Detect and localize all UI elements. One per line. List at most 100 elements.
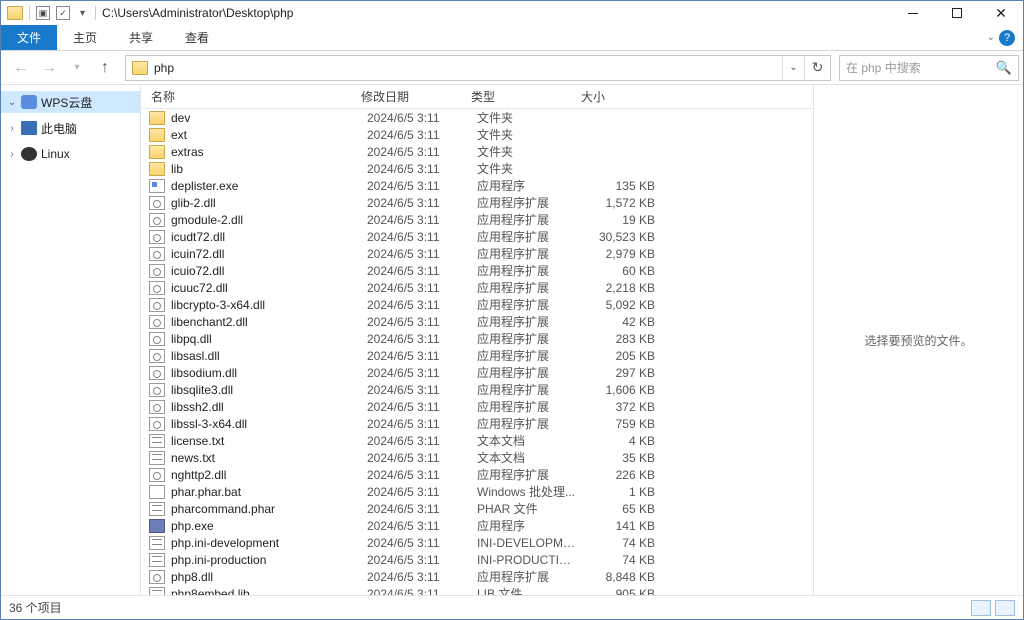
file-row[interactable]: icuio72.dll2024/6/5 3:11应用程序扩展60 KB	[141, 262, 813, 279]
file-size: 141 KB	[577, 519, 667, 533]
file-date: 2024/6/5 3:11	[357, 553, 467, 567]
dll-icon	[149, 213, 165, 227]
file-row[interactable]: lib2024/6/5 3:11文件夹	[141, 160, 813, 177]
tree-twisty-icon[interactable]: ⌄	[7, 97, 17, 108]
file-row[interactable]: php.exe2024/6/5 3:11应用程序141 KB	[141, 517, 813, 534]
search-input[interactable]: 在 php 中搜索 🔍	[839, 55, 1019, 81]
file-row[interactable]: libenchant2.dll2024/6/5 3:11应用程序扩展42 KB	[141, 313, 813, 330]
file-type: 应用程序扩展	[467, 364, 577, 381]
file-size: 1,606 KB	[577, 383, 667, 397]
file-name: php.ini-production	[171, 553, 357, 567]
file-size: 297 KB	[577, 366, 667, 380]
file-size: 19 KB	[577, 213, 667, 227]
explorer-window: ▣ ✓ ▾ C:\Users\Administrator\Desktop\php…	[0, 0, 1024, 620]
tab-share[interactable]: 共享	[113, 25, 169, 50]
dll-icon	[149, 400, 165, 414]
tab-view[interactable]: 查看	[169, 25, 225, 50]
address-bar[interactable]: php ⌄ ↻	[125, 55, 831, 81]
close-button[interactable]: ✕	[979, 1, 1023, 25]
file-name: icuio72.dll	[171, 264, 357, 278]
file-row[interactable]: dev2024/6/5 3:11文件夹	[141, 109, 813, 126]
file-row[interactable]: icudt72.dll2024/6/5 3:11应用程序扩展30,523 KB	[141, 228, 813, 245]
address-dropdown-icon[interactable]: ⌄	[782, 56, 804, 80]
file-size: 5,092 KB	[577, 298, 667, 312]
up-button[interactable]: ↑	[93, 56, 117, 80]
tree-twisty-icon[interactable]: ›	[7, 149, 17, 160]
help-icon[interactable]: ?	[999, 30, 1015, 46]
maximize-button[interactable]	[935, 1, 979, 25]
file-row[interactable]: pharcommand.phar2024/6/5 3:11PHAR 文件65 K…	[141, 500, 813, 517]
file-name: libpq.dll	[171, 332, 357, 346]
col-size[interactable]: 大小	[571, 88, 661, 105]
qat-properties-icon[interactable]: ▣	[36, 6, 50, 20]
view-details-icon[interactable]	[971, 600, 991, 616]
bat-icon	[149, 485, 165, 499]
col-date[interactable]: 修改日期	[351, 88, 461, 105]
file-name: lib	[171, 162, 357, 176]
file-row[interactable]: libcrypto-3-x64.dll2024/6/5 3:11应用程序扩展5,…	[141, 296, 813, 313]
col-name[interactable]: 名称	[141, 88, 351, 105]
file-row[interactable]: php8.dll2024/6/5 3:11应用程序扩展8,848 KB	[141, 568, 813, 585]
file-size: 1,572 KB	[577, 196, 667, 210]
file-row[interactable]: extras2024/6/5 3:11文件夹	[141, 143, 813, 160]
file-date: 2024/6/5 3:11	[357, 451, 467, 465]
file-type: 应用程序扩展	[467, 381, 577, 398]
pc-icon	[21, 121, 37, 135]
file-rows: dev2024/6/5 3:11文件夹ext2024/6/5 3:11文件夹ex…	[141, 109, 813, 595]
refresh-button[interactable]: ↻	[804, 56, 830, 80]
search-icon[interactable]: 🔍	[996, 60, 1012, 76]
file-type: 应用程序扩展	[467, 245, 577, 262]
file-row[interactable]: php.ini-development2024/6/5 3:11INI-DEVE…	[141, 534, 813, 551]
file-row[interactable]: php.ini-production2024/6/5 3:11INI-PRODU…	[141, 551, 813, 568]
file-row[interactable]: icuuc72.dll2024/6/5 3:11应用程序扩展2,218 KB	[141, 279, 813, 296]
file-size: 74 KB	[577, 553, 667, 567]
file-row[interactable]: gmodule-2.dll2024/6/5 3:11应用程序扩展19 KB	[141, 211, 813, 228]
forward-button[interactable]: →	[37, 56, 61, 80]
ribbon-help[interactable]: ⌄ ?	[987, 25, 1023, 50]
file-row[interactable]: php8embed.lib2024/6/5 3:11LIB 文件905 KB	[141, 585, 813, 595]
breadcrumb[interactable]: php	[154, 61, 174, 75]
folder-icon	[149, 162, 165, 176]
tab-file[interactable]: 文件	[1, 25, 57, 50]
recent-dropdown[interactable]: ▾	[65, 56, 89, 80]
chevron-down-icon[interactable]: ⌄	[987, 32, 995, 43]
file-date: 2024/6/5 3:11	[357, 145, 467, 159]
file-row[interactable]: deplister.exe2024/6/5 3:11应用程序135 KB	[141, 177, 813, 194]
tab-home[interactable]: 主页	[57, 25, 113, 50]
sidebar-item-Linux[interactable]: ›Linux	[1, 143, 140, 165]
file-row[interactable]: nghttp2.dll2024/6/5 3:11应用程序扩展226 KB	[141, 466, 813, 483]
sidebar-item-WPS云盘[interactable]: ⌄WPS云盘	[1, 91, 140, 113]
file-row[interactable]: libssl-3-x64.dll2024/6/5 3:11应用程序扩展759 K…	[141, 415, 813, 432]
file-date: 2024/6/5 3:11	[357, 587, 467, 596]
tree-twisty-icon[interactable]: ›	[7, 123, 17, 134]
sidebar-item-此电脑[interactable]: ›此电脑	[1, 117, 140, 139]
view-thumbnails-icon[interactable]	[995, 600, 1015, 616]
qat-dropdown-icon[interactable]: ▾	[76, 8, 89, 19]
file-date: 2024/6/5 3:11	[357, 383, 467, 397]
file-date: 2024/6/5 3:11	[357, 247, 467, 261]
dll-icon	[149, 315, 165, 329]
file-type: 文件夹	[467, 109, 577, 126]
file-row[interactable]: libsodium.dll2024/6/5 3:11应用程序扩展297 KB	[141, 364, 813, 381]
qat-newfolder-icon[interactable]: ✓	[56, 6, 70, 20]
file-type: 应用程序扩展	[467, 568, 577, 585]
file-row[interactable]: phar.phar.bat2024/6/5 3:11Windows 批处理...…	[141, 483, 813, 500]
qat: ▣ ✓ ▾	[1, 6, 96, 20]
file-row[interactable]: libssh2.dll2024/6/5 3:11应用程序扩展372 KB	[141, 398, 813, 415]
file-size: 4 KB	[577, 434, 667, 448]
minimize-button[interactable]	[891, 1, 935, 25]
col-type[interactable]: 类型	[461, 88, 571, 105]
file-row[interactable]: icuin72.dll2024/6/5 3:11应用程序扩展2,979 KB	[141, 245, 813, 262]
file-row[interactable]: license.txt2024/6/5 3:11文本文档4 KB	[141, 432, 813, 449]
preview-empty-text: 选择要预览的文件。	[864, 332, 972, 349]
file-row[interactable]: libsqlite3.dll2024/6/5 3:11应用程序扩展1,606 K…	[141, 381, 813, 398]
file-row[interactable]: libpq.dll2024/6/5 3:11应用程序扩展283 KB	[141, 330, 813, 347]
back-button[interactable]: ←	[9, 56, 33, 80]
dll-icon	[149, 332, 165, 346]
file-row[interactable]: news.txt2024/6/5 3:11文本文档35 KB	[141, 449, 813, 466]
file-date: 2024/6/5 3:11	[357, 366, 467, 380]
file-row[interactable]: ext2024/6/5 3:11文件夹	[141, 126, 813, 143]
txt-icon	[149, 451, 165, 465]
file-row[interactable]: libsasl.dll2024/6/5 3:11应用程序扩展205 KB	[141, 347, 813, 364]
file-row[interactable]: glib-2.dll2024/6/5 3:11应用程序扩展1,572 KB	[141, 194, 813, 211]
